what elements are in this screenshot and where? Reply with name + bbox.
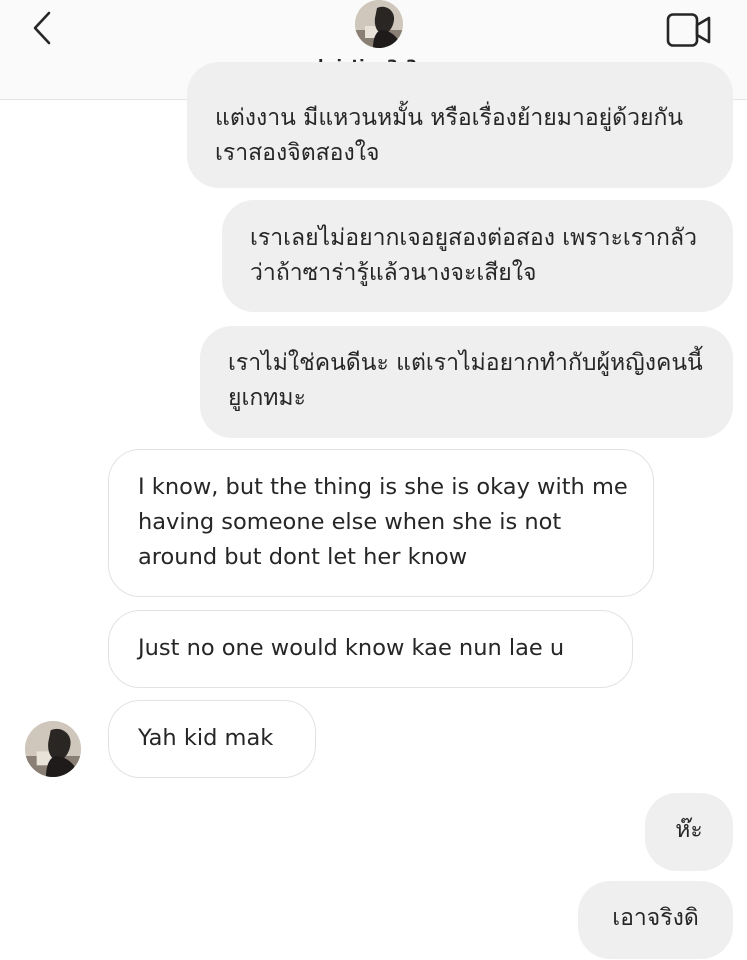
back-button[interactable] (22, 8, 62, 48)
message-bubble-incoming[interactable]: Just no one would know kae nun lae u (108, 610, 633, 688)
message-bubble-outgoing[interactable]: เราไม่ใช่คนดีนะ แต่เราไม่อยากทำกับผู้หญิ… (200, 326, 733, 438)
message-text: เราเลยไม่อยากเจอยูสองต่อสอง เพราะเรากลัว… (250, 225, 697, 286)
message-bubble-incoming[interactable]: Yah kid mak (108, 700, 316, 778)
message-bubble-incoming[interactable]: I know, but the thing is she is okay wit… (108, 449, 654, 597)
video-camera-icon (666, 13, 711, 47)
message-text: เราไม่ใช่คนดีนะ แต่เราไม่อยากทำกับผู้หญิ… (228, 350, 703, 411)
message-text: Just no one would know kae nun lae u (138, 635, 565, 661)
chevron-left-icon (33, 11, 51, 45)
message-text: Yah kid mak (138, 725, 274, 751)
profile-avatar[interactable] (355, 0, 403, 48)
message-text: ห๊ะ (675, 817, 703, 843)
avatar-photo (25, 721, 81, 777)
message-text: เอาจริงดิ (612, 905, 699, 931)
sender-avatar[interactable] (25, 721, 81, 777)
message-bubble-outgoing[interactable]: เอาจริงดิ (578, 881, 733, 959)
message-bubble-outgoing[interactable]: เราเลยไม่อยากเจอยูสองต่อสอง เพราะเรากลัว… (222, 200, 733, 312)
avatar-photo (355, 0, 403, 48)
message-text: แต่งงาน มีแหวนหมั้น หรือเรื่องย้ายมาอยู่… (215, 105, 684, 166)
message-bubble-outgoing[interactable]: แต่งงาน มีแหวนหมั้น หรือเรื่องย้ายมาอยู่… (187, 62, 733, 188)
video-call-button[interactable] (666, 12, 712, 48)
message-bubble-outgoing[interactable]: ห๊ะ (645, 793, 733, 871)
message-text: I know, but the thing is she is okay wit… (138, 474, 628, 570)
